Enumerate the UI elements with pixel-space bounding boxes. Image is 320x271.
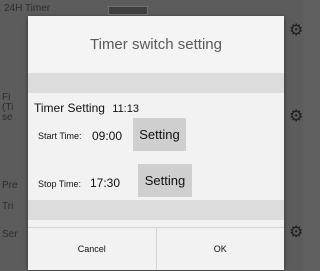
- dialog-footer: Cancel OK: [28, 227, 284, 270]
- divider-band: [28, 200, 284, 220]
- bg-timer-label: 24H Timer: [4, 3, 51, 14]
- bg-text-ser: Ser: [2, 229, 18, 240]
- bg-text-tri: Tri: [2, 201, 14, 212]
- dialog-title: Timer switch setting: [28, 16, 284, 72]
- divider-band: [28, 73, 284, 93]
- timer-switch-dialog: Timer switch setting Timer Setting 11:13…: [28, 16, 284, 270]
- bg-text-se: se: [2, 112, 13, 123]
- stop-time-value: 17:30: [90, 176, 121, 190]
- gear-icon[interactable]: ⚙: [289, 108, 303, 126]
- stop-time-setting-button[interactable]: Setting: [138, 164, 192, 197]
- start-time-setting-button[interactable]: Setting: [133, 118, 186, 151]
- bg-timer-toggle[interactable]: [108, 6, 148, 15]
- current-time: 11:13: [112, 103, 139, 115]
- ok-button[interactable]: OK: [155, 228, 284, 270]
- start-time-label: Start Time:: [38, 131, 82, 141]
- timer-setting-header: Timer Setting 11:13: [34, 101, 139, 115]
- timer-setting-label: Timer Setting: [34, 101, 105, 115]
- gear-icon[interactable]: ⚙: [289, 22, 303, 40]
- stop-time-label: Stop Time:: [38, 179, 82, 189]
- start-time-value: 09:00: [92, 129, 123, 143]
- cancel-button[interactable]: Cancel: [28, 228, 156, 270]
- gear-icon[interactable]: ⚙: [289, 224, 303, 242]
- bg-text-pre: Pre: [2, 180, 18, 191]
